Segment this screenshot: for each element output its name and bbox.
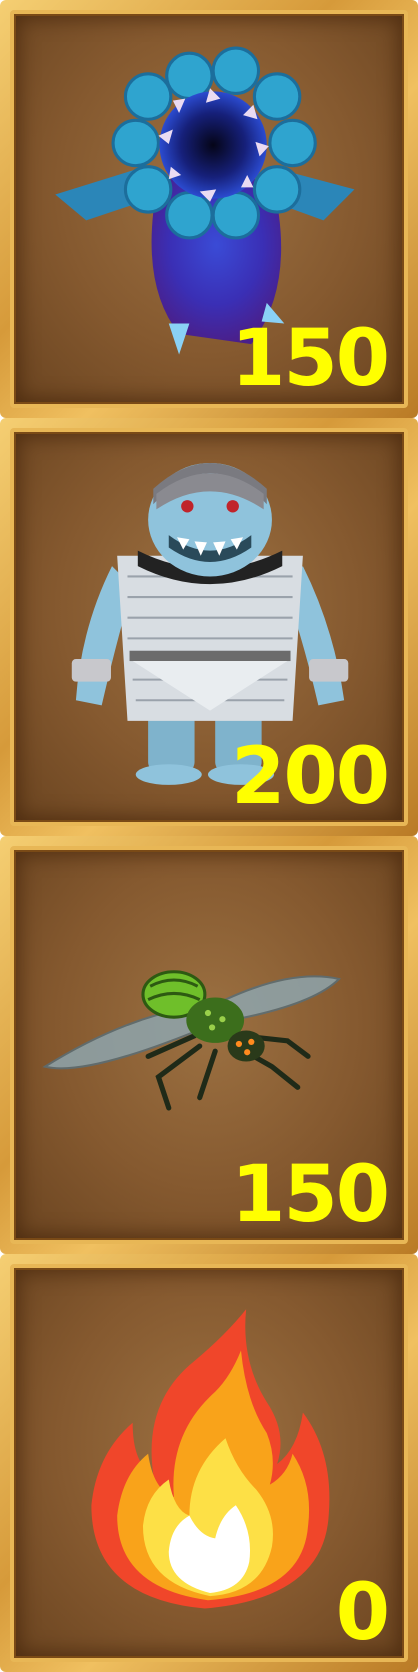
cost-label: 0 xyxy=(335,1568,390,1658)
creature-card-3[interactable]: 150 xyxy=(0,836,418,1254)
creature-card-4[interactable]: 0 xyxy=(0,1254,418,1672)
card-frame: 0 xyxy=(10,1264,408,1662)
creature-card-1[interactable]: 150 xyxy=(0,0,418,418)
card-frame: 200 xyxy=(10,428,408,826)
cost-label: 150 xyxy=(231,1150,390,1240)
creature-card-2[interactable]: 200 xyxy=(0,418,418,836)
card-frame: 150 xyxy=(10,846,408,1244)
card-frame: 150 xyxy=(10,10,408,408)
cost-label: 200 xyxy=(231,732,390,822)
cost-label: 150 xyxy=(231,314,390,404)
